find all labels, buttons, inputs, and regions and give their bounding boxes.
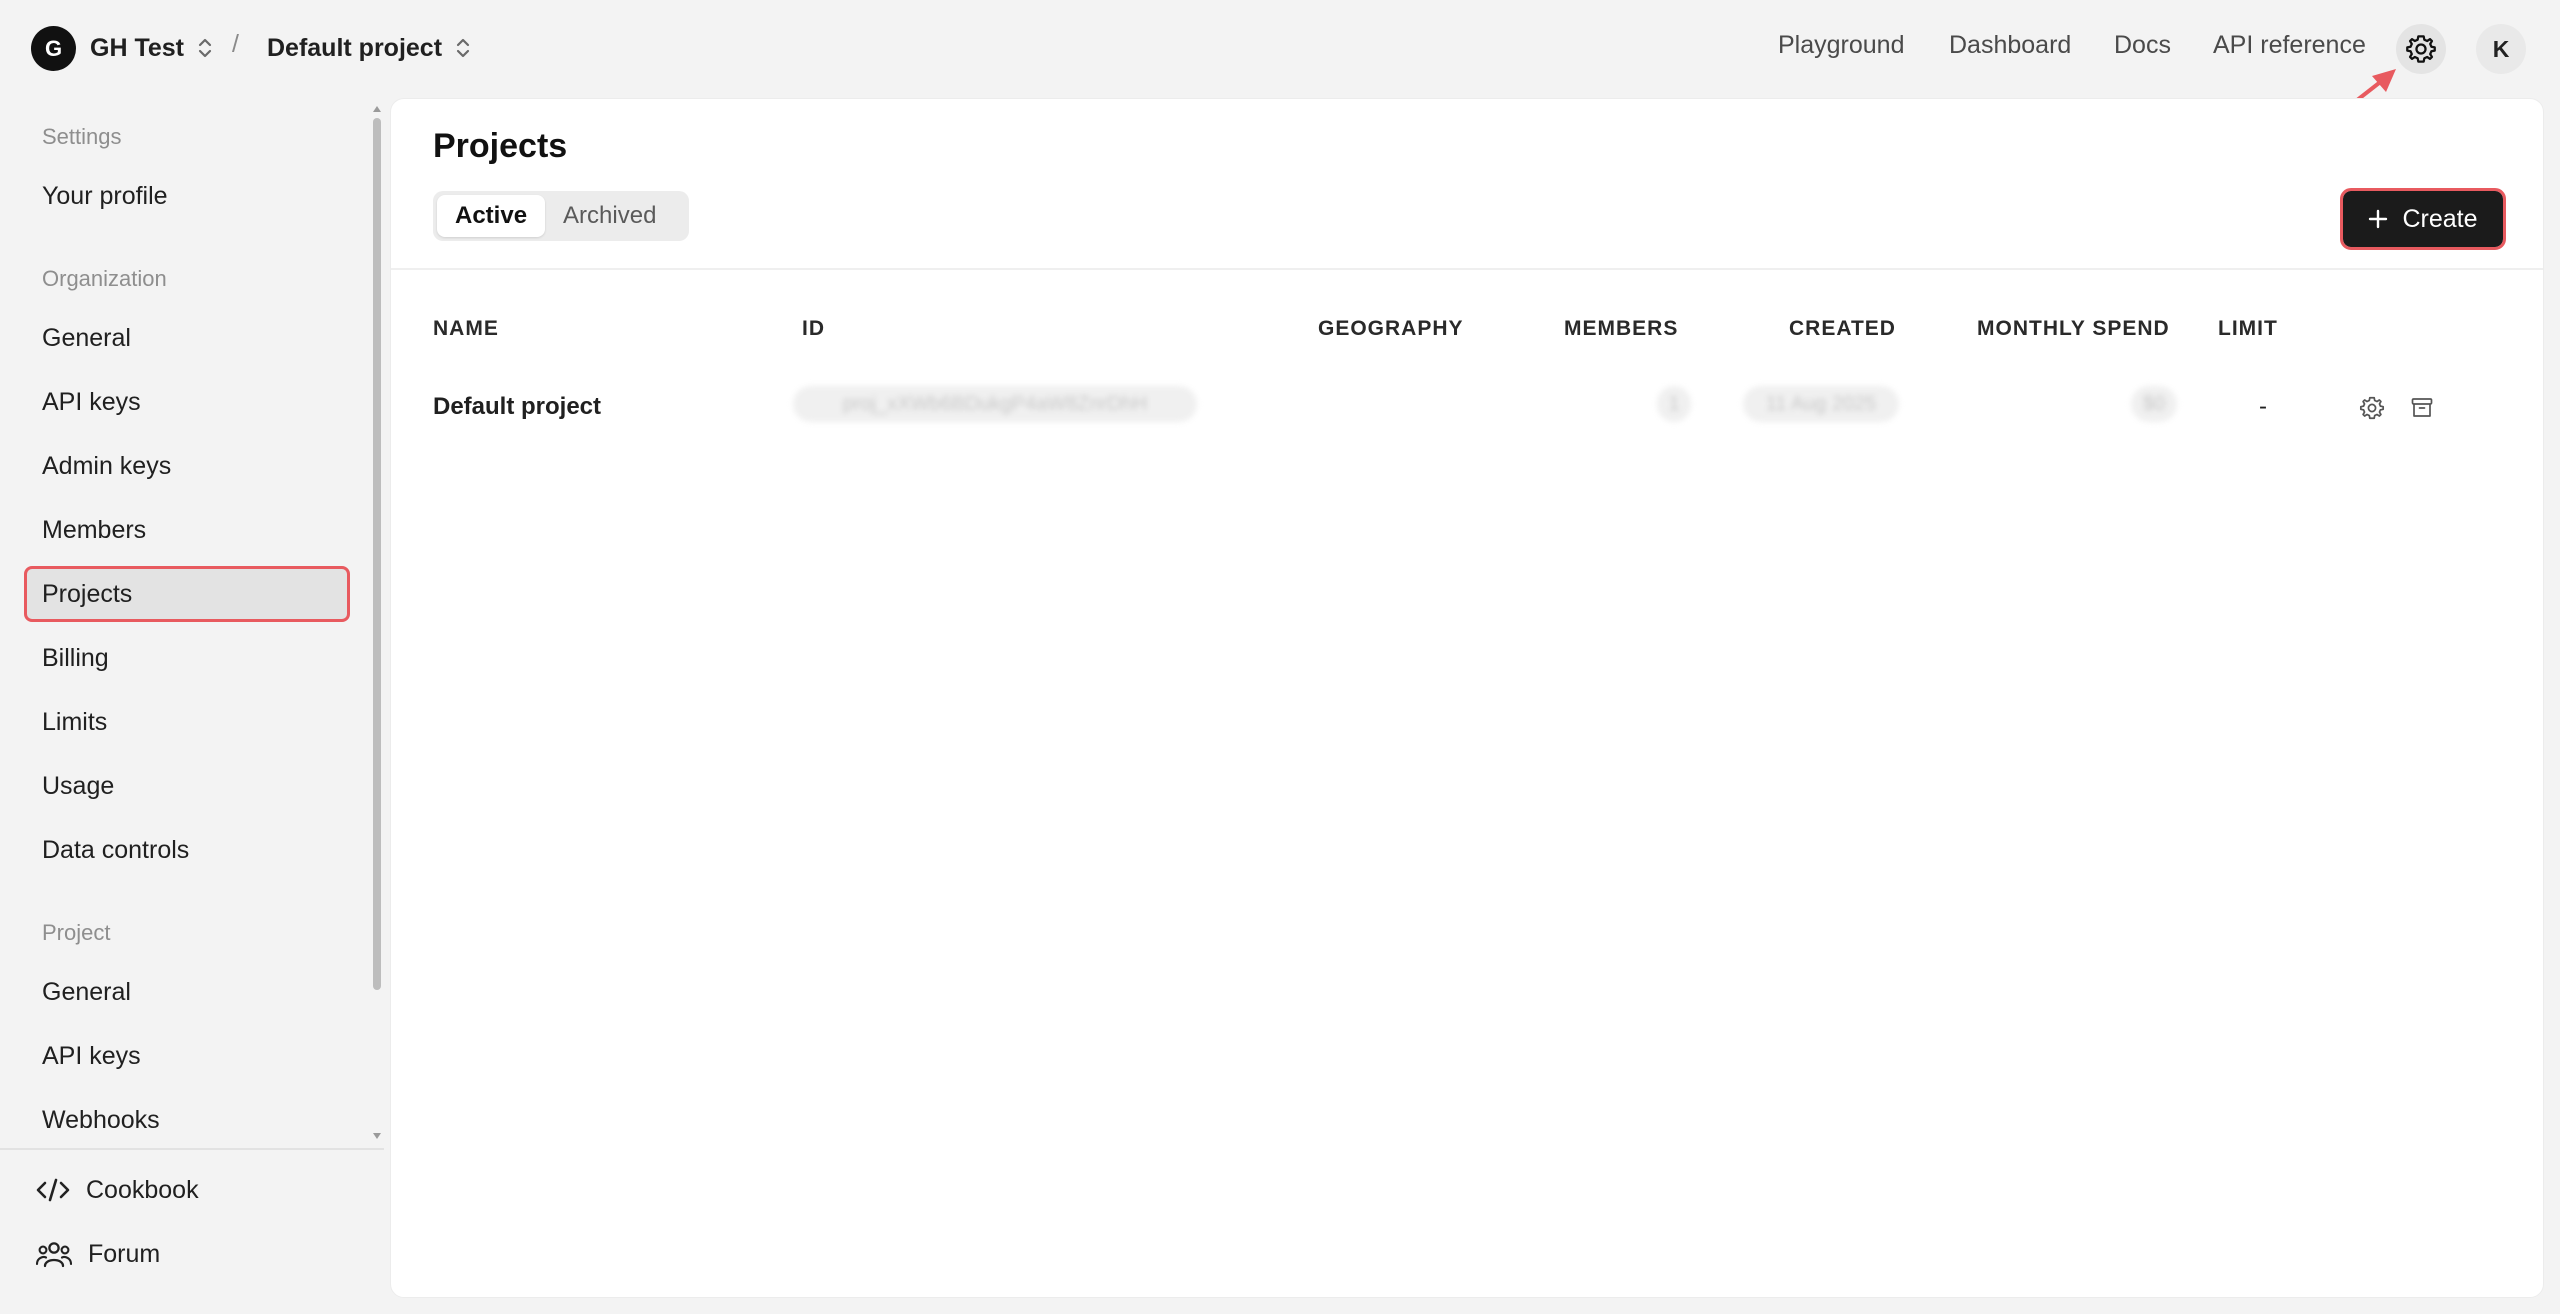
members-cell: 1: [1657, 386, 1691, 422]
gear-icon: [2359, 396, 2385, 420]
sidebar-footer-forum[interactable]: Forum: [36, 1234, 160, 1274]
breadcrumb-separator: /: [232, 30, 239, 58]
column-header-name: NAME: [433, 317, 499, 340]
sidebar-item-projects[interactable]: Projects: [24, 566, 350, 622]
page-title: Projects: [433, 127, 568, 165]
cookbook-label: Cookbook: [86, 1175, 199, 1204]
created-cell: 11 Aug 2025: [1743, 386, 1899, 422]
column-header-monthly-spend: MONTHLY SPEND: [1977, 317, 2170, 340]
scroll-down-arrow-icon[interactable]: [373, 1133, 381, 1139]
column-header-id: ID: [802, 317, 825, 340]
sidebar-item-admin-keys[interactable]: Admin keys: [24, 438, 350, 494]
org-switcher[interactable]: GH Test: [90, 30, 214, 66]
nav-docs[interactable]: Docs: [2114, 31, 2171, 60]
chevron-up-down-icon: [198, 38, 212, 58]
sidebar-item-data-controls[interactable]: Data controls: [24, 822, 350, 878]
sidebar-item-usage[interactable]: Usage: [24, 758, 350, 814]
nav-playground[interactable]: Playground: [1778, 31, 1904, 60]
sidebar-footer-cookbook[interactable]: Cookbook: [36, 1170, 199, 1210]
sidebar-item-your-profile[interactable]: Your profile: [24, 168, 350, 224]
status-tabs: Active Archived: [433, 191, 689, 241]
archive-icon: [2411, 398, 2433, 417]
limit-cell: -: [2259, 393, 2267, 420]
sidebar: Settings Your profile Organization Gener…: [0, 96, 384, 1146]
create-project-button[interactable]: Create: [2340, 188, 2506, 250]
gear-icon: [2406, 35, 2436, 63]
chevron-up-down-icon: [456, 38, 470, 58]
user-avatar[interactable]: K: [2476, 24, 2526, 74]
sidebar-item-api-keys[interactable]: API keys: [24, 374, 350, 430]
settings-button[interactable]: [2396, 24, 2446, 74]
monthly-spend-cell: $0: [2131, 386, 2177, 422]
sidebar-heading-organization: Organization: [42, 266, 167, 291]
sidebar-heading-project: Project: [42, 920, 111, 945]
tab-archived[interactable]: Archived: [545, 195, 674, 237]
code-icon: [36, 1178, 70, 1202]
header-divider: [391, 268, 2543, 270]
tab-active[interactable]: Active: [437, 195, 546, 237]
sidebar-item-general[interactable]: General: [24, 310, 350, 366]
sidebar-footer-divider: [0, 1148, 384, 1150]
nav-dashboard[interactable]: Dashboard: [1949, 31, 2071, 60]
sidebar-item-billing[interactable]: Billing: [24, 630, 350, 686]
sidebar-heading-settings: Settings: [42, 124, 122, 149]
column-header-limit: LIMIT: [2218, 317, 2278, 340]
sidebar-item-members[interactable]: Members: [24, 502, 350, 558]
create-label: Create: [2402, 204, 2478, 233]
column-header-geography: GEOGRAPHY: [1318, 317, 1464, 340]
sidebar-item-project-api-keys[interactable]: API keys: [24, 1028, 350, 1084]
plus-icon: [2369, 209, 2388, 229]
org-name: GH Test: [90, 33, 184, 62]
nav-api-reference[interactable]: API reference: [2213, 31, 2366, 60]
project-name-cell[interactable]: Default project: [433, 393, 601, 421]
project-switcher[interactable]: Default project: [267, 30, 472, 66]
project-archive-button[interactable]: [2407, 393, 2437, 423]
project-name: Default project: [267, 33, 443, 62]
top-bar: G GH Test / Default project Playground D…: [0, 0, 2560, 142]
project-id-cell: proj_xXWb6BDukgP4aW8ZnrDhH: [793, 386, 1197, 422]
project-settings-button[interactable]: [2357, 393, 2387, 423]
main-panel: Projects Active Archived Create NAME ID …: [390, 98, 2544, 1298]
sidebar-item-project-general[interactable]: General: [24, 964, 350, 1020]
org-avatar[interactable]: G: [31, 26, 76, 71]
forum-label: Forum: [88, 1239, 161, 1268]
column-header-created: CREATED: [1789, 317, 1896, 340]
sidebar-item-webhooks[interactable]: Webhooks: [24, 1092, 350, 1148]
people-icon: [36, 1242, 72, 1268]
scroll-up-arrow-icon[interactable]: [373, 106, 381, 112]
sidebar-item-limits[interactable]: Limits: [24, 694, 350, 750]
sidebar-scrollbar-thumb[interactable]: [373, 118, 381, 990]
column-header-members: MEMBERS: [1564, 317, 1679, 340]
